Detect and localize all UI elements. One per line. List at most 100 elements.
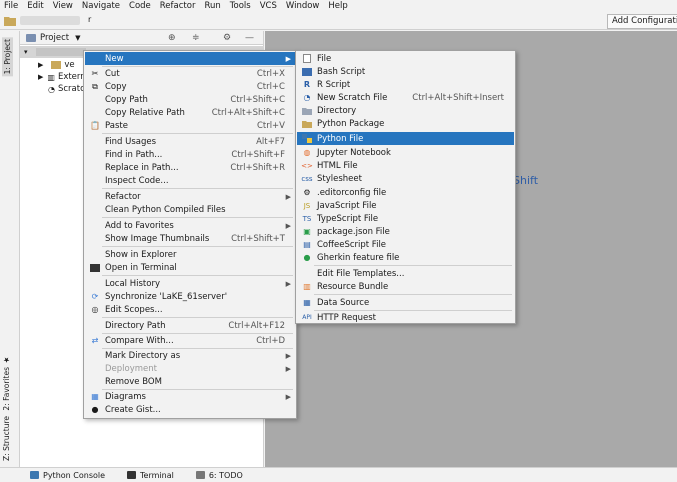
- new-item-edit-file-templates[interactable]: Edit File Templates...: [297, 267, 514, 280]
- menu-vcs[interactable]: VCS: [260, 1, 277, 11]
- menu-item-label: CoffeeScript File: [317, 239, 387, 250]
- tab-structure[interactable]: Z: Structure: [2, 416, 11, 461]
- menu-tools[interactable]: Tools: [230, 1, 251, 11]
- new-item-file[interactable]: File: [297, 52, 514, 65]
- menu-help[interactable]: Help: [328, 1, 347, 11]
- menu-item-label: Synchronize 'LaKE_61server': [105, 291, 228, 302]
- scratches-icon: ◔: [48, 84, 55, 94]
- menu-item-label: Python File: [317, 133, 364, 144]
- menu-item-label: Gherkin feature file: [317, 252, 400, 263]
- star-icon: ★: [2, 356, 11, 365]
- new-item-coffeescript-file[interactable]: ▤ CoffeeScript File: [297, 238, 514, 251]
- scratch-icon: ◔: [303, 93, 311, 102]
- menu-item-show-in-explorer[interactable]: Show in Explorer: [85, 248, 295, 261]
- gear-icon[interactable]: ⚙: [223, 33, 231, 43]
- new-item-bash-script[interactable]: Bash Script: [297, 65, 514, 78]
- new-item-stylesheet[interactable]: css Stylesheet: [297, 172, 514, 185]
- add-configuration-button[interactable]: Add Configurati: [607, 14, 677, 29]
- project-panel-title[interactable]: Project: [40, 33, 69, 43]
- menu-item-diagrams[interactable]: ▦ Diagrams ▶: [85, 390, 295, 403]
- menu-item-new[interactable]: New ▶: [85, 52, 295, 65]
- left-tool-strip: 1: Project 2: Favorites ★ Z: Structure: [0, 31, 20, 467]
- menu-edit[interactable]: Edit: [27, 1, 43, 11]
- menu-item-open-in-terminal[interactable]: Open in Terminal: [85, 261, 295, 274]
- menu-item-create-gist[interactable]: ● Create Gist...: [85, 403, 295, 416]
- new-item-python-package[interactable]: Python Package: [297, 117, 514, 130]
- new-item-editorconfig[interactable]: ⚙ .editorconfig file: [297, 186, 514, 199]
- tree-item-ve[interactable]: ▶ ve: [38, 59, 75, 71]
- menu-item-mark-directory-as[interactable]: Mark Directory as ▶: [85, 349, 295, 362]
- menu-item-add-to-favorites[interactable]: Add to Favorites ▶: [85, 219, 295, 232]
- new-item-package-json[interactable]: ▣ package.json File: [297, 225, 514, 238]
- menu-item-label: Replace in Path...: [105, 162, 179, 173]
- menu-item-find-in-path[interactable]: Find in Path... Ctrl+Shift+F: [85, 148, 295, 161]
- chevron-right-icon: ▶: [285, 54, 291, 63]
- menu-window[interactable]: Window: [286, 1, 320, 11]
- new-item-data-source[interactable]: ▦ Data Source: [297, 296, 514, 309]
- menu-item-copy[interactable]: ⧉ Copy Ctrl+C: [85, 80, 295, 93]
- target-icon[interactable]: ⊕: [168, 33, 176, 43]
- hide-icon[interactable]: —: [245, 33, 254, 43]
- new-item-gherkin-feature[interactable]: ● Gherkin feature file: [297, 251, 514, 264]
- menu-item-shortcut: Ctrl+Alt+F12: [228, 320, 285, 331]
- menu-code[interactable]: Code: [129, 1, 151, 11]
- menu-file[interactable]: File: [4, 1, 18, 11]
- paste-icon: 📋: [90, 121, 100, 130]
- menu-item-shortcut: Ctrl+Shift+R: [230, 162, 285, 173]
- menu-item-edit-scopes[interactable]: ◎ Edit Scopes...: [85, 303, 295, 316]
- menu-item-copy-path[interactable]: Copy Path Ctrl+Shift+C: [85, 93, 295, 106]
- python-console-icon: [30, 471, 39, 479]
- new-item-jupyter-notebook[interactable]: ◍ Jupyter Notebook: [297, 146, 514, 159]
- tab-python-console[interactable]: Python Console: [30, 471, 105, 480]
- navigation-toolbar: r: [0, 12, 677, 30]
- bash-icon: [302, 67, 312, 76]
- menu-item-label: New Scratch File: [317, 92, 388, 103]
- menu-item-shortcut: Alt+F7: [256, 136, 285, 147]
- menu-item-synchronize[interactable]: ⟳ Synchronize 'LaKE_61server': [85, 290, 295, 303]
- menu-item-remove-bom[interactable]: Remove BOM: [85, 375, 295, 388]
- collapse-icon[interactable]: ≑: [192, 33, 200, 43]
- menu-item-clean-python-compiled[interactable]: Clean Python Compiled Files: [85, 203, 295, 216]
- menu-item-copy-relative-path[interactable]: Copy Relative Path Ctrl+Alt+Shift+C: [85, 106, 295, 119]
- tab-favorites[interactable]: 2: Favorites ★: [2, 356, 11, 411]
- menu-item-label: Edit Scopes...: [105, 304, 163, 315]
- new-item-html-file[interactable]: <> HTML File: [297, 159, 514, 172]
- menu-item-local-history[interactable]: Local History ▶: [85, 277, 295, 290]
- menu-item-label: Open in Terminal: [105, 262, 177, 273]
- menu-run[interactable]: Run: [204, 1, 220, 11]
- new-item-resource-bundle[interactable]: ▥ Resource Bundle: [297, 280, 514, 293]
- menu-item-find-usages[interactable]: Find Usages Alt+F7: [85, 135, 295, 148]
- new-item-python-file[interactable]: Python File: [297, 132, 514, 145]
- tab-terminal[interactable]: Terminal: [127, 471, 174, 480]
- menu-item-directory-path[interactable]: Directory Path Ctrl+Alt+F12: [85, 319, 295, 332]
- tab-project-label: 1: Project: [3, 39, 12, 75]
- new-item-r-script[interactable]: R R Script: [297, 78, 514, 91]
- menu-item-refactor[interactable]: Refactor ▶: [85, 190, 295, 203]
- menu-item-inspect-code[interactable]: Inspect Code...: [85, 174, 295, 187]
- new-item-http-request[interactable]: API HTTP Request: [297, 311, 514, 324]
- jupyter-icon: ◍: [303, 148, 311, 157]
- new-item-directory[interactable]: Directory: [297, 104, 514, 117]
- menu-item-compare-with[interactable]: ⇄ Compare With... Ctrl+D: [85, 334, 295, 347]
- menu-item-cut[interactable]: ✂ Cut Ctrl+X: [85, 67, 295, 80]
- tree-item-external[interactable]: ▶ ▥ Extern: [38, 71, 86, 83]
- menu-navigate[interactable]: Navigate: [82, 1, 120, 11]
- menu-view[interactable]: View: [53, 1, 73, 11]
- new-item-scratch-file[interactable]: ◔ New Scratch File Ctrl+Alt+Shift+Insert: [297, 91, 514, 104]
- menu-item-paste[interactable]: 📋 Paste Ctrl+V: [85, 119, 295, 132]
- menu-item-label: Compare With...: [105, 335, 174, 346]
- chevron-down-icon[interactable]: ▼: [75, 34, 80, 42]
- menu-refactor[interactable]: Refactor: [160, 1, 196, 11]
- tab-project[interactable]: 1: Project: [2, 37, 13, 77]
- menu-item-show-image-thumbnails[interactable]: Show Image Thumbnails Ctrl+Shift+T: [85, 232, 295, 245]
- chevron-right-icon: ▶: [285, 221, 291, 230]
- new-item-typescript-file[interactable]: TS TypeScript File: [297, 212, 514, 225]
- tree-item-scratches[interactable]: ◔ Scratc: [38, 83, 85, 95]
- menu-item-label: Jupyter Notebook: [317, 147, 391, 158]
- new-item-javascript-file[interactable]: JS JavaScript File: [297, 199, 514, 212]
- menu-item-label: Resource Bundle: [317, 281, 389, 292]
- tab-todo[interactable]: 6: TODO: [195, 471, 243, 480]
- menu-item-replace-in-path[interactable]: Replace in Path... Ctrl+Shift+R: [85, 161, 295, 174]
- scissors-icon: ✂: [91, 69, 99, 78]
- breadcrumb[interactable]: [20, 16, 80, 25]
